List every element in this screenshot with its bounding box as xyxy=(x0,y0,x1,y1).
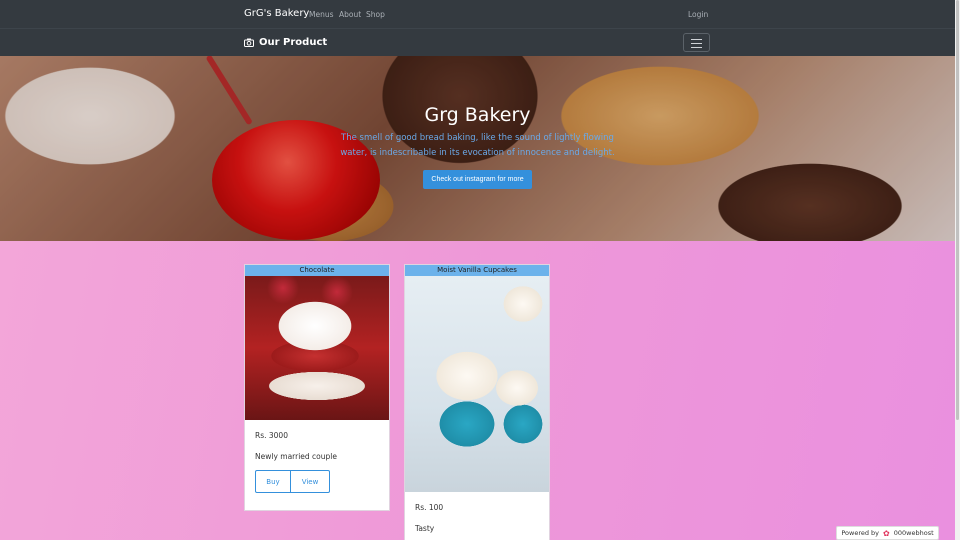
webhost-logo-icon: ✿ xyxy=(883,528,890,538)
powered-by-label: Powered by xyxy=(841,529,880,537)
product-title: Chocolate xyxy=(245,265,389,276)
cupcake-image xyxy=(405,276,549,492)
nav-link-menus[interactable]: Menus xyxy=(309,10,334,19)
menu-toggle-button[interactable] xyxy=(683,33,710,52)
hero-banner: Grg Bakery The smell of good bread bakin… xyxy=(0,56,955,241)
camera-icon xyxy=(244,38,254,47)
nav-link-about[interactable]: About xyxy=(339,10,361,19)
view-button[interactable]: View xyxy=(291,470,330,493)
top-navbar: GrG's Bakery Menus About Shop Login xyxy=(0,0,955,28)
product-navbar: Our Product xyxy=(0,28,955,56)
powered-by-badge[interactable]: Powered by ✿ 000webhost xyxy=(836,526,939,540)
hero-tagline: The smell of good bread baking, like the… xyxy=(340,133,615,158)
our-product-label: Our Product xyxy=(259,37,328,48)
product-title: Moist Vanilla Cupcakes xyxy=(405,265,549,276)
instagram-button[interactable]: Check out instagram for more xyxy=(423,170,532,189)
product-card: Moist Vanilla Cupcakes Rs. 100 Tasty xyxy=(404,264,550,540)
cake-image xyxy=(245,276,389,420)
nav-link-shop[interactable]: Shop xyxy=(366,10,385,19)
product-price: Rs. 100 xyxy=(415,503,444,512)
buy-button[interactable]: Buy xyxy=(255,470,291,493)
product-description: Tasty xyxy=(415,524,435,533)
hamburger-icon xyxy=(691,39,702,40)
scrollbar-thumb[interactable] xyxy=(956,0,959,420)
webhost-name: 000webhost xyxy=(893,529,934,537)
product-actions: Buy View xyxy=(255,470,379,493)
product-price: Rs. 3000 xyxy=(255,431,288,440)
our-product-heading[interactable]: Our Product xyxy=(244,37,327,48)
hero-title: Grg Bakery xyxy=(424,104,531,126)
product-section: Chocolate Rs. 3000 Newly married couple … xyxy=(0,241,955,540)
product-description: Newly married couple xyxy=(255,452,337,461)
login-link[interactable]: Login xyxy=(688,10,708,19)
product-card: Chocolate Rs. 3000 Newly married couple … xyxy=(244,264,390,511)
brand-link[interactable]: GrG's Bakery xyxy=(244,8,309,19)
